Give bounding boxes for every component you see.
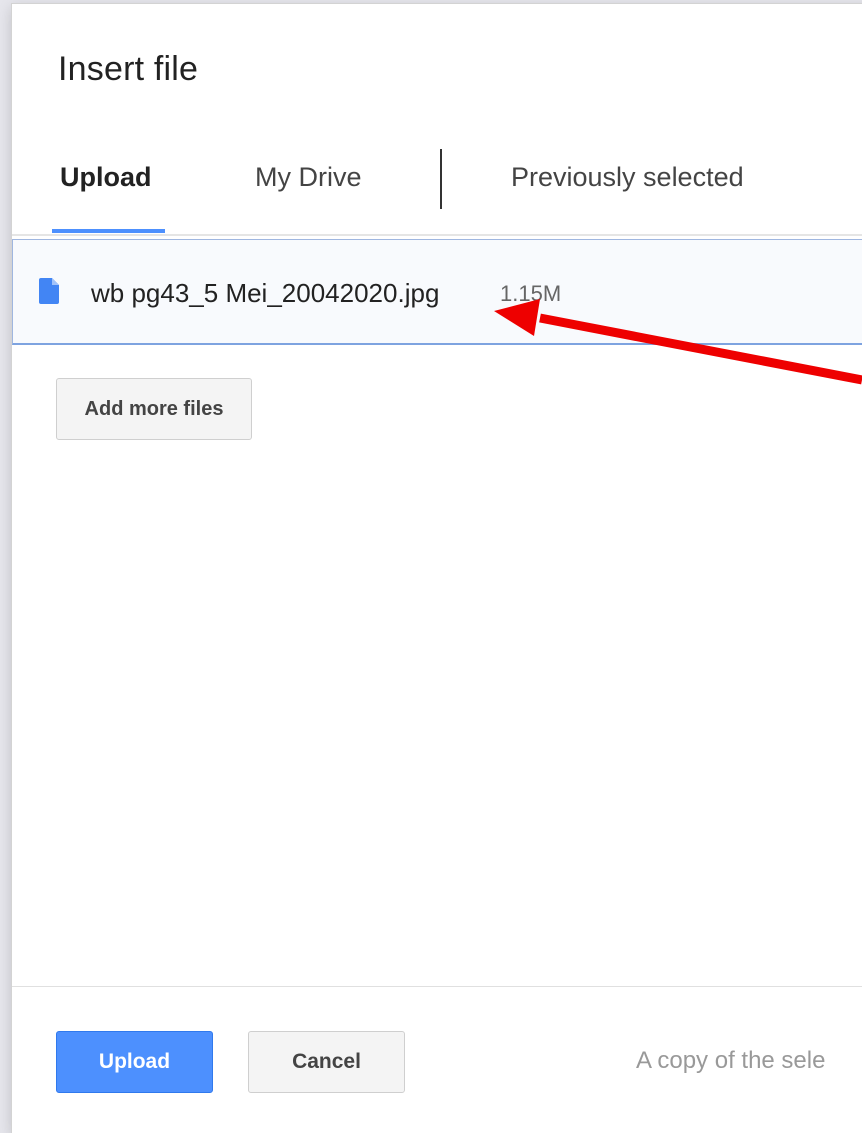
file-icon (39, 278, 59, 304)
insert-file-dialog: Insert file Upload My Drive Previously s… (12, 4, 862, 1133)
footer-divider (12, 986, 862, 987)
screen: Insert file Upload My Drive Previously s… (0, 0, 862, 1133)
tab-divider (440, 149, 442, 209)
tab-my-drive[interactable]: My Drive (255, 162, 362, 193)
tab-previously-selected[interactable]: Previously selected (511, 162, 744, 193)
file-name: wb pg43_5 Mei_20042020.jpg (91, 278, 440, 308)
dialog-title: Insert file (58, 50, 199, 88)
tab-bar: Upload My Drive Previously selected (12, 138, 862, 234)
file-list-item[interactable]: wb pg43_5 Mei_20042020.jpg 1.15M (12, 239, 862, 345)
cancel-button[interactable]: Cancel (248, 1031, 405, 1093)
file-size: 1.15M (500, 281, 562, 306)
upload-button[interactable]: Upload (56, 1031, 213, 1093)
active-tab-indicator (52, 229, 165, 233)
add-more-files-button[interactable]: Add more files (56, 378, 252, 440)
tab-upload[interactable]: Upload (60, 162, 152, 193)
footer-note: A copy of the sele (636, 1047, 826, 1074)
tabs-divider-line (12, 234, 862, 236)
